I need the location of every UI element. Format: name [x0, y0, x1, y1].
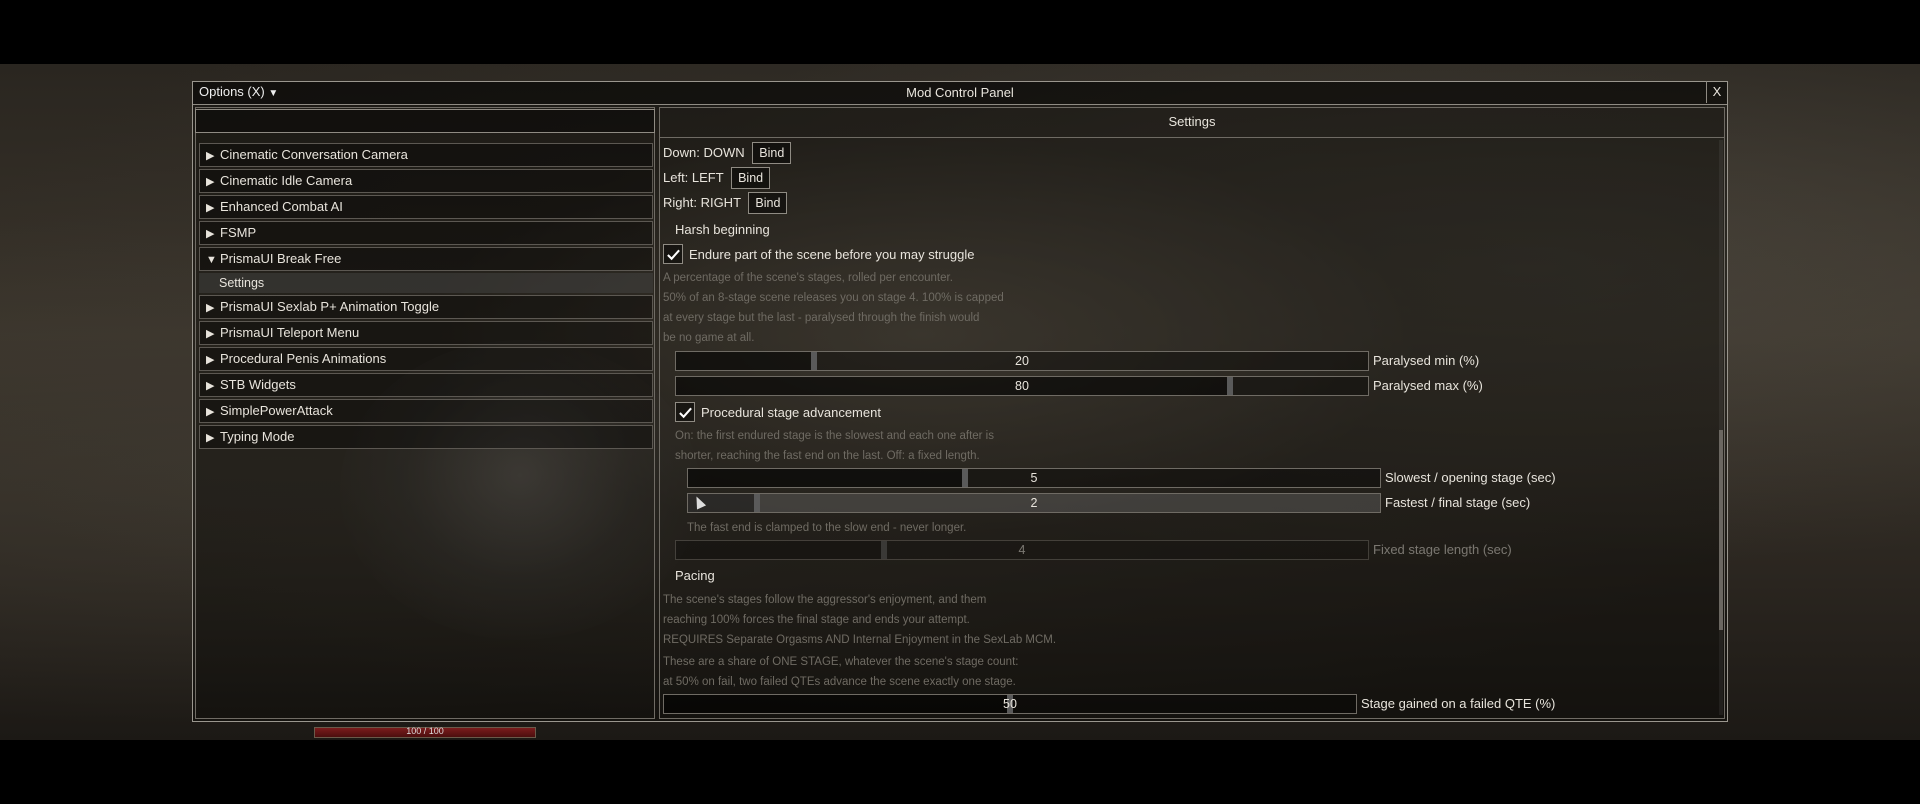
slider-value: 80 [1015, 379, 1029, 393]
desc-line: A percentage of the scene's stages, roll… [663, 272, 953, 284]
expand-arrow-icon: ▶ [206, 380, 215, 392]
harsh-beginning-toggle[interactable]: Endure part of the scene before you may … [663, 244, 974, 264]
expand-arrow-icon: ▶ [206, 302, 215, 314]
mod-item-cinematic-conversation-camera[interactable]: ▶ Cinematic Conversation Camera [199, 143, 653, 167]
mod-item-cinematic-idle-camera[interactable]: ▶ Cinematic Idle Camera [199, 169, 653, 193]
health-bar-text: 100 / 100 [406, 726, 444, 736]
procedural-checkbox[interactable] [675, 402, 695, 422]
desc-line: 50% of an 8-stage scene releases you on … [663, 292, 1004, 304]
paralysed-max-slider[interactable]: 80 [675, 376, 1369, 396]
desc-line: reaching 100% forces the final stage and… [663, 614, 970, 626]
bind-row-left: Left: LEFT Bind [663, 167, 771, 189]
mod-item-procedural-penis-animations[interactable]: ▶ Procedural Penis Animations [199, 347, 653, 371]
title-bar: Options (X) ▼ Mod Control Panel X [193, 81, 1727, 105]
mod-item-label: Cinematic Idle Camera [220, 173, 353, 188]
fastest-stage-label: Fastest / final stage (sec) [1385, 495, 1531, 510]
expand-arrow-icon: ▶ [206, 228, 215, 240]
bind-label-left: Left: LEFT [663, 170, 724, 185]
mod-item-label: STB Widgets [220, 377, 296, 392]
mod-list: ▶ Cinematic Conversation Camera ▶ Cinemati… [199, 143, 653, 451]
slider-value: 20 [1015, 354, 1029, 368]
fixed-stage-slider[interactable]: 4 [675, 540, 1369, 560]
bind-row-right: Right: RIGHT Bind [663, 192, 788, 214]
mod-item-label: Cinematic Conversation Camera [220, 147, 408, 162]
fixed-stage-label: Fixed stage length (sec) [1373, 542, 1512, 557]
expand-arrow-icon: ▶ [206, 406, 215, 418]
checkmark-icon [666, 249, 680, 260]
scrollbar-thumb[interactable] [1719, 430, 1723, 630]
expand-arrow-icon: ▶ [206, 328, 215, 340]
procedural-checkbox-label: Procedural stage advancement [701, 404, 881, 420]
mod-item-fsmp[interactable]: ▶ FSMP [199, 221, 653, 245]
bind-button-left[interactable]: Bind [731, 167, 771, 189]
bind-button-right[interactable]: Bind [748, 192, 788, 214]
mod-item-label: PrismaUI Teleport Menu [220, 325, 360, 340]
mod-item-prismaui-sexlab-animation-toggle[interactable]: ▶ PrismaUI Sexlab P+ Animation Toggle [199, 295, 653, 319]
desc-line: shorter, reaching the fast end on the la… [675, 450, 980, 462]
harsh-description: A percentage of the scene's stages, roll… [663, 268, 1004, 348]
slider-value: 2 [1030, 496, 1038, 510]
mod-item-label: PrismaUI Sexlab P+ Animation Toggle [220, 299, 440, 314]
window-title: Mod Control Panel [906, 85, 1014, 100]
expand-arrow-icon: ▶ [206, 354, 215, 366]
expand-arrow-icon: ▶ [206, 432, 215, 444]
search-input[interactable] [195, 109, 655, 133]
mod-control-panel: Options (X) ▼ Mod Control Panel X ▶ Cinem… [192, 81, 1728, 722]
expand-arrow-icon: ▶ [206, 176, 215, 188]
collapse-arrow-icon: ▼ [206, 254, 217, 266]
mod-item-label: SimplePowerAttack [220, 403, 333, 418]
slowest-stage-label: Slowest / opening stage (sec) [1385, 470, 1556, 485]
bind-button-down[interactable]: Bind [752, 142, 792, 164]
health-bar: 100 / 100 [314, 726, 536, 738]
slider-value: 5 [1030, 471, 1038, 485]
desc-line: The scene's stages follow the aggressor'… [663, 594, 987, 606]
stage-gained-label: Stage gained on a failed QTE (%) [1361, 696, 1556, 711]
expand-arrow-icon: ▶ [206, 150, 215, 162]
mod-item-prismaui-break-free[interactable]: ▼ PrismaUI Break Free [199, 247, 653, 271]
mod-item-label: Procedural Penis Animations [220, 351, 387, 366]
paralysed-max-label: Paralysed max (%) [1373, 378, 1483, 393]
harsh-checkbox-label: Endure part of the scene before you may … [689, 246, 975, 262]
settings-header: Settings [659, 107, 1725, 138]
procedural-description: On: the first endured stage is the slowe… [675, 426, 994, 466]
mod-item-stb-widgets[interactable]: ▶ STB Widgets [199, 373, 653, 397]
slider-value: 4 [1018, 543, 1026, 557]
checkmark-icon [678, 407, 692, 418]
mod-subitem-settings[interactable]: Settings [199, 273, 653, 293]
fastest-stage-slider[interactable]: 2 [687, 493, 1381, 513]
desc-line: On: the first endured stage is the slowe… [675, 430, 994, 442]
desc-line: These are a share of ONE STAGE, whatever… [663, 656, 1019, 668]
close-button[interactable]: X [1706, 81, 1727, 103]
pacing-description: The scene's stages follow the aggressor'… [663, 590, 1056, 650]
desc-line: REQUIRES Separate Orgasms AND Internal E… [663, 634, 1057, 646]
mod-item-label: FSMP [220, 225, 257, 240]
desc-line: at every stage but the last - paralysed … [663, 312, 980, 324]
settings-content: Down: DOWN Bind Left: LEFT Bind Right: R… [663, 140, 1715, 715]
procedural-toggle[interactable]: Procedural stage advancement [675, 402, 881, 422]
bind-label-right: Right: RIGHT [663, 195, 741, 210]
settings-scrollbar[interactable] [1719, 140, 1723, 715]
stage-gained-slider[interactable]: 50 [663, 694, 1357, 714]
mod-item-label: PrismaUI Break Free [220, 251, 342, 266]
bind-row-down: Down: DOWN Bind [663, 142, 792, 164]
desc-line: at 50% on fail, two failed QTEs advance … [663, 676, 1016, 688]
clamp-note: The fast end is clamped to the slow end … [687, 522, 967, 534]
harsh-checkbox[interactable] [663, 244, 683, 264]
slowest-stage-slider[interactable]: 5 [687, 468, 1381, 488]
pacing-share-description: These are a share of ONE STAGE, whatever… [663, 652, 1018, 692]
harsh-beginning-heading: Harsh beginning [675, 222, 770, 237]
bind-label-down: Down: DOWN [663, 145, 745, 160]
paralysed-min-slider[interactable]: 20 [675, 351, 1369, 371]
mod-item-label: Enhanced Combat AI [220, 199, 343, 214]
desc-line: be no game at all. [663, 332, 755, 344]
mod-item-simplepowerattack[interactable]: ▶ SimplePowerAttack [199, 399, 653, 423]
slider-value: 50 [1003, 697, 1017, 711]
mod-item-label: Typing Mode [220, 429, 295, 444]
expand-arrow-icon: ▶ [206, 202, 215, 214]
mod-item-prismaui-teleport-menu[interactable]: ▶ PrismaUI Teleport Menu [199, 321, 653, 345]
pacing-heading: Pacing [675, 568, 715, 583]
mod-item-enhanced-combat-ai[interactable]: ▶ Enhanced Combat AI [199, 195, 653, 219]
mod-item-typing-mode[interactable]: ▶ Typing Mode [199, 425, 653, 449]
paralysed-min-label: Paralysed min (%) [1373, 353, 1480, 368]
